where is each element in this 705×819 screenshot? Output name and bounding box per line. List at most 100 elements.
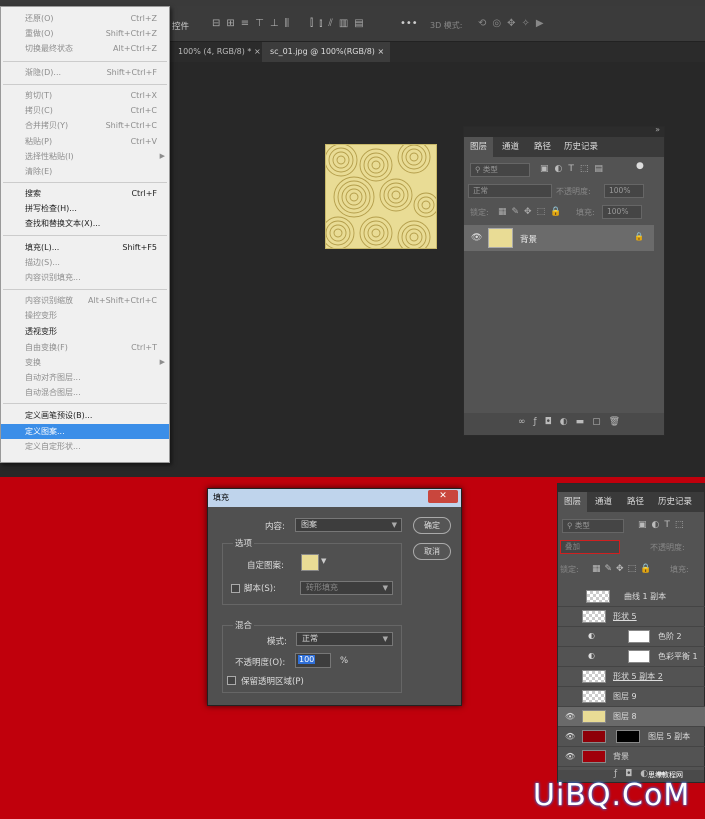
layer-row[interactable]: 👁 图层 5 副本 bbox=[558, 727, 705, 747]
opacity-unit: % bbox=[340, 656, 349, 666]
menu-item-label: 内容识别缩放 bbox=[25, 296, 73, 305]
menu-item-clear[interactable]: 清除(E) bbox=[1, 164, 169, 179]
opacity-input[interactable]: 100 bbox=[295, 653, 331, 668]
menu-item-undo[interactable]: 还原(O) Ctrl+Z bbox=[1, 11, 169, 26]
menu-item-paste-special[interactable]: 选择性粘贴(I) ▶ bbox=[1, 149, 169, 164]
menu-item-stroke[interactable]: 描边(S)... bbox=[1, 255, 169, 270]
tab-channels[interactable]: 通道 bbox=[595, 492, 612, 512]
menu-item-redo[interactable]: 重做(O) Shift+Ctrl+Z bbox=[1, 26, 169, 41]
layer-filter-select[interactable]: ⚲ 类型 bbox=[470, 163, 530, 177]
chevron-down-icon: ▼ bbox=[391, 521, 397, 529]
fill-field[interactable]: 100% bbox=[602, 205, 642, 219]
layer-thumbnail bbox=[582, 730, 606, 743]
menu-separator bbox=[3, 182, 167, 183]
lock-icons[interactable]: ▦✎✥⬚🔒 bbox=[592, 564, 655, 574]
tab-label: 100% (4, RGB/8) * bbox=[178, 47, 252, 56]
layer-row-selected[interactable]: 👁 图层 8 bbox=[558, 707, 705, 727]
close-button[interactable]: ✕ bbox=[428, 490, 458, 503]
close-icon[interactable]: × bbox=[377, 47, 384, 56]
cancel-button[interactable]: 取消 bbox=[413, 543, 451, 560]
menu-item-define-pattern[interactable]: 定义图案... bbox=[1, 424, 169, 439]
pattern-canvas[interactable] bbox=[321, 140, 439, 254]
preserve-transparency-label: 保留透明区域(P) bbox=[241, 677, 304, 687]
layer-row[interactable]: 曲线 1 副本 bbox=[558, 587, 705, 607]
layer-row[interactable]: 图层 9 bbox=[558, 687, 705, 707]
filter-icons[interactable]: ▣◐T⬚▤ bbox=[540, 164, 609, 174]
ok-button[interactable]: 确定 bbox=[413, 517, 451, 534]
script-checkbox[interactable] bbox=[231, 584, 240, 593]
tab-layers[interactable]: 图层 bbox=[558, 492, 588, 512]
lock-icons[interactable]: ▦✎✥⬚🔒 bbox=[498, 207, 566, 217]
menu-item-transform[interactable]: 变换 ▶ bbox=[1, 355, 169, 370]
blend-mode-value: 叠加 bbox=[565, 542, 580, 551]
layer-row[interactable]: ◐ 色彩平衡 1 bbox=[558, 647, 705, 667]
mode-select[interactable]: 正常 ▼ bbox=[296, 632, 393, 646]
menu-item-copy[interactable]: 拷贝(C) Ctrl+C bbox=[1, 103, 169, 118]
menu-item-auto-blend-layers[interactable]: 自动混合图层... bbox=[1, 385, 169, 400]
menu-item-spell-check[interactable]: 拼写检查(H)... bbox=[1, 201, 169, 216]
tab-channels[interactable]: 通道 bbox=[502, 137, 519, 157]
menu-item-cut[interactable]: 剪切(T) Ctrl+X bbox=[1, 88, 169, 103]
menu-item-shortcut: Shift+Ctrl+C bbox=[105, 121, 157, 130]
filter-icons[interactable]: ▣◐T⬚ bbox=[638, 520, 688, 530]
menu-item-toggle-state[interactable]: 切换最终状态 Alt+Ctrl+Z bbox=[1, 41, 169, 56]
menu-item-label: 还原(O) bbox=[25, 14, 54, 23]
menu-item-fill[interactable]: 填充(L)... Shift+F5 bbox=[1, 240, 169, 255]
menu-item-auto-align-layers[interactable]: 自动对齐图层... bbox=[1, 370, 169, 385]
tab-document-2[interactable]: sc_01.jpg @ 100%(RGB/8) × bbox=[262, 42, 390, 62]
menu-item-define-brush[interactable]: 定义画笔预设(B)... bbox=[1, 408, 169, 423]
menu-item-shortcut: Ctrl+T bbox=[131, 343, 157, 352]
menu-item-content-aware-fill[interactable]: 内容识别填充... bbox=[1, 270, 169, 285]
eye-icon[interactable]: 👁 bbox=[565, 712, 575, 721]
menu-item-puppet-warp[interactable]: 操控变形 bbox=[1, 308, 169, 323]
close-icon[interactable]: × bbox=[254, 47, 261, 56]
menu-item-copy-merged[interactable]: 合并拷贝(Y) Shift+Ctrl+C bbox=[1, 118, 169, 133]
chevron-down-icon[interactable]: ▼ bbox=[321, 557, 326, 565]
filter-toggle-icon[interactable]: ● bbox=[636, 161, 644, 171]
collapse-icon[interactable]: » bbox=[655, 125, 660, 134]
blend-mode-select[interactable]: 正常 bbox=[468, 184, 552, 198]
panel-header bbox=[558, 484, 704, 492]
script-select[interactable]: 砖形填充 ▼ bbox=[300, 581, 393, 595]
content-select[interactable]: 图案 ▼ bbox=[295, 518, 402, 532]
layer-row[interactable]: 形状 5 bbox=[558, 607, 705, 627]
footer-icons[interactable]: ∞ƒ◘◐▬▢🗑 bbox=[518, 417, 628, 427]
eye-icon[interactable]: 👁 bbox=[565, 752, 575, 761]
tab-history[interactable]: 历史记录 bbox=[658, 492, 692, 512]
menu-item-label: 透视变形 bbox=[25, 327, 57, 336]
menu-item-paste[interactable]: 粘贴(P) Ctrl+V bbox=[1, 134, 169, 149]
layer-filter-select[interactable]: ⚲ 类型 bbox=[562, 519, 624, 533]
opacity-field[interactable]: 100% bbox=[604, 184, 644, 198]
distribute-icons[interactable]: ⫿⫾⫽▥▤ bbox=[310, 18, 370, 29]
adjustment-icon: ◐ bbox=[588, 631, 595, 640]
align-icons[interactable]: ⊟⊞≡⊤⊥⫼ bbox=[212, 18, 295, 29]
more-options-icon[interactable]: ••• bbox=[400, 18, 418, 29]
menu-item-content-aware-scale[interactable]: 内容识别缩放 Alt+Shift+Ctrl+C bbox=[1, 293, 169, 308]
layer-row[interactable]: ◐ 色阶 2 bbox=[558, 627, 705, 647]
controls-label: 控件 bbox=[172, 22, 190, 32]
menu-item-label: 查找和替换文本(X)... bbox=[25, 219, 101, 228]
layer-row[interactable]: 形状 5 副本 2 bbox=[558, 667, 705, 687]
3d-mode-icons[interactable]: ⟲◎✥✧▶ bbox=[478, 18, 550, 29]
eye-icon[interactable]: 👁 bbox=[471, 233, 482, 243]
menu-item-find-replace[interactable]: 查找和替换文本(X)... bbox=[1, 216, 169, 231]
layer-row[interactable]: 👁 背景 bbox=[558, 747, 705, 767]
menu-item-perspective-warp[interactable]: 透视变形 bbox=[1, 324, 169, 339]
blend-mode-value: 正常 bbox=[473, 186, 488, 195]
tab-history[interactable]: 历史记录 bbox=[564, 137, 598, 157]
pattern-swatch[interactable] bbox=[301, 554, 319, 571]
blend-mode-select[interactable]: 叠加 bbox=[560, 540, 620, 554]
tab-paths[interactable]: 路径 bbox=[627, 492, 644, 512]
menu-item-label: 变换 bbox=[25, 358, 41, 367]
preserve-transparency-checkbox[interactable] bbox=[227, 676, 236, 685]
menu-item-define-custom-shape[interactable]: 定义自定形状... bbox=[1, 439, 169, 454]
menu-item-shortcut: Ctrl+X bbox=[130, 91, 157, 100]
layer-row-background[interactable]: 👁 背景 🔒 bbox=[464, 225, 654, 251]
eye-icon[interactable]: 👁 bbox=[565, 732, 575, 741]
menu-item-search[interactable]: 搜索 Ctrl+F bbox=[1, 186, 169, 201]
tab-layers[interactable]: 图层 bbox=[464, 137, 494, 157]
tab-paths[interactable]: 路径 bbox=[534, 137, 551, 157]
tab-document-1[interactable]: 100% (4, RGB/8) * × bbox=[170, 42, 262, 62]
menu-item-free-transform[interactable]: 自由变换(F) Ctrl+T bbox=[1, 340, 169, 355]
menu-item-fade[interactable]: 渐隐(D)... Shift+Ctrl+F bbox=[1, 65, 169, 80]
